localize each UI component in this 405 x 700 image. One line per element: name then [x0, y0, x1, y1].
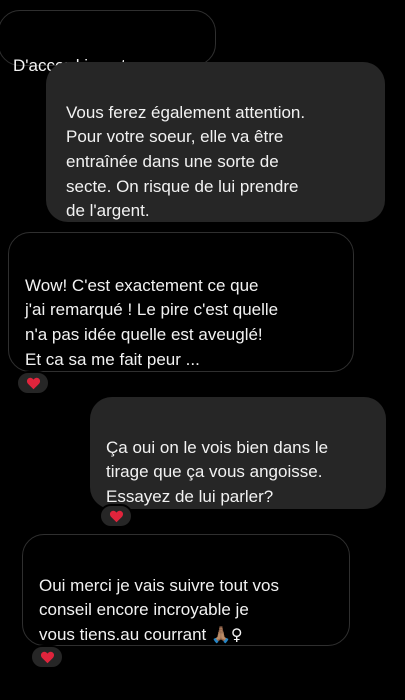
reaction-badge[interactable] — [99, 504, 133, 528]
message-text: Ça oui on le vois bien dans le tirage qu… — [106, 437, 329, 506]
reaction-badge[interactable] — [16, 371, 50, 395]
heart-icon — [26, 377, 40, 390]
heart-icon — [40, 651, 54, 664]
message-bubble-sent[interactable]: Ça oui on le vois bien dans le tirage qu… — [90, 397, 386, 509]
message-bubble-received[interactable]: Wow! C'est exactement ce que j'ai remarq… — [8, 232, 354, 372]
message-bubble-sent[interactable]: Vous ferez également attention. Pour vot… — [46, 62, 385, 222]
message-bubble-received[interactable]: Oui merci je vais suivre tout vos consei… — [22, 534, 350, 646]
message-text: Vous ferez également attention. Pour vot… — [66, 102, 306, 221]
reaction-badge[interactable] — [30, 645, 64, 669]
message-text: Wow! C'est exactement ce que j'ai remarq… — [25, 275, 279, 369]
heart-icon — [109, 510, 123, 523]
message-bubble-received[interactable]: D'accord je note sa. — [0, 10, 216, 75]
message-text: Oui merci je vais suivre tout vos consei… — [39, 575, 279, 644]
emoji-praying-hands: 🙏🏽♀ — [210, 624, 243, 644]
